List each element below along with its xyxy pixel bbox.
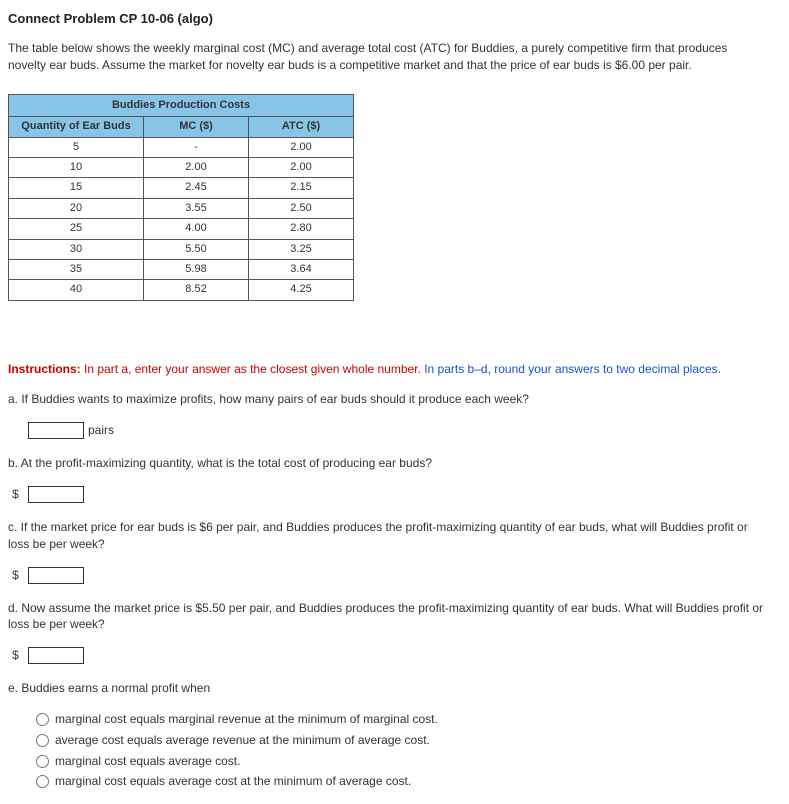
col-header-atc: ATC ($)	[249, 117, 354, 137]
option-e-4-label: marginal cost equals average cost at the…	[55, 773, 411, 790]
option-e-2-label: average cost equals average revenue at t…	[55, 732, 430, 749]
option-e-4[interactable]: marginal cost equals average cost at the…	[36, 773, 781, 790]
table-row: 355.983.64	[9, 259, 354, 279]
radio-e-4[interactable]	[36, 775, 49, 788]
option-e-3-label: marginal cost equals average cost.	[55, 753, 240, 770]
table-row: 305.503.25	[9, 239, 354, 259]
instructions-blue: In parts b–d, round your answers to two …	[421, 362, 721, 376]
option-e-2[interactable]: average cost equals average revenue at t…	[36, 732, 781, 749]
question-d: d. Now assume the market price is $5.50 …	[8, 600, 768, 634]
question-e: e. Buddies earns a normal profit when	[8, 680, 768, 697]
table-row: 152.452.15	[9, 178, 354, 198]
answer-a-unit: pairs	[88, 422, 114, 439]
instructions-line: Instructions: In part a, enter your answ…	[8, 361, 781, 378]
answer-a-input[interactable]	[28, 422, 84, 439]
question-c: c. If the market price for ear buds is $…	[8, 519, 768, 553]
radio-e-1[interactable]	[36, 713, 49, 726]
dollar-prefix-d: $	[12, 647, 24, 664]
instructions-label: Instructions:	[8, 362, 81, 376]
option-e-1[interactable]: marginal cost equals marginal revenue at…	[36, 711, 781, 728]
dollar-prefix-c: $	[12, 567, 24, 584]
dollar-prefix-b: $	[12, 486, 24, 503]
answer-c-input[interactable]	[28, 567, 84, 584]
table-row: 102.002.00	[9, 157, 354, 177]
answer-b-input[interactable]	[28, 486, 84, 503]
intro-text: The table below shows the weekly margina…	[8, 40, 768, 74]
table-row: 203.552.50	[9, 198, 354, 218]
table-row: 5-2.00	[9, 137, 354, 157]
table-row: 408.524.25	[9, 280, 354, 300]
col-header-mc: MC ($)	[144, 117, 249, 137]
table-caption: Buddies Production Costs	[9, 94, 354, 116]
option-e-3[interactable]: marginal cost equals average cost.	[36, 753, 781, 770]
option-e-1-label: marginal cost equals marginal revenue at…	[55, 711, 438, 728]
page-title: Connect Problem CP 10-06 (algo)	[8, 10, 781, 28]
radio-e-2[interactable]	[36, 734, 49, 747]
col-header-quantity: Quantity of Ear Buds	[9, 117, 144, 137]
answer-d-input[interactable]	[28, 647, 84, 664]
production-costs-table: Buddies Production Costs Quantity of Ear…	[8, 94, 354, 301]
question-b: b. At the profit-maximizing quantity, wh…	[8, 455, 768, 472]
radio-e-3[interactable]	[36, 755, 49, 768]
question-e-options: marginal cost equals marginal revenue at…	[36, 711, 781, 790]
question-a: a. If Buddies wants to maximize profits,…	[8, 391, 768, 408]
instructions-red: In part a, enter your answer as the clos…	[81, 362, 421, 376]
table-row: 254.002.80	[9, 219, 354, 239]
